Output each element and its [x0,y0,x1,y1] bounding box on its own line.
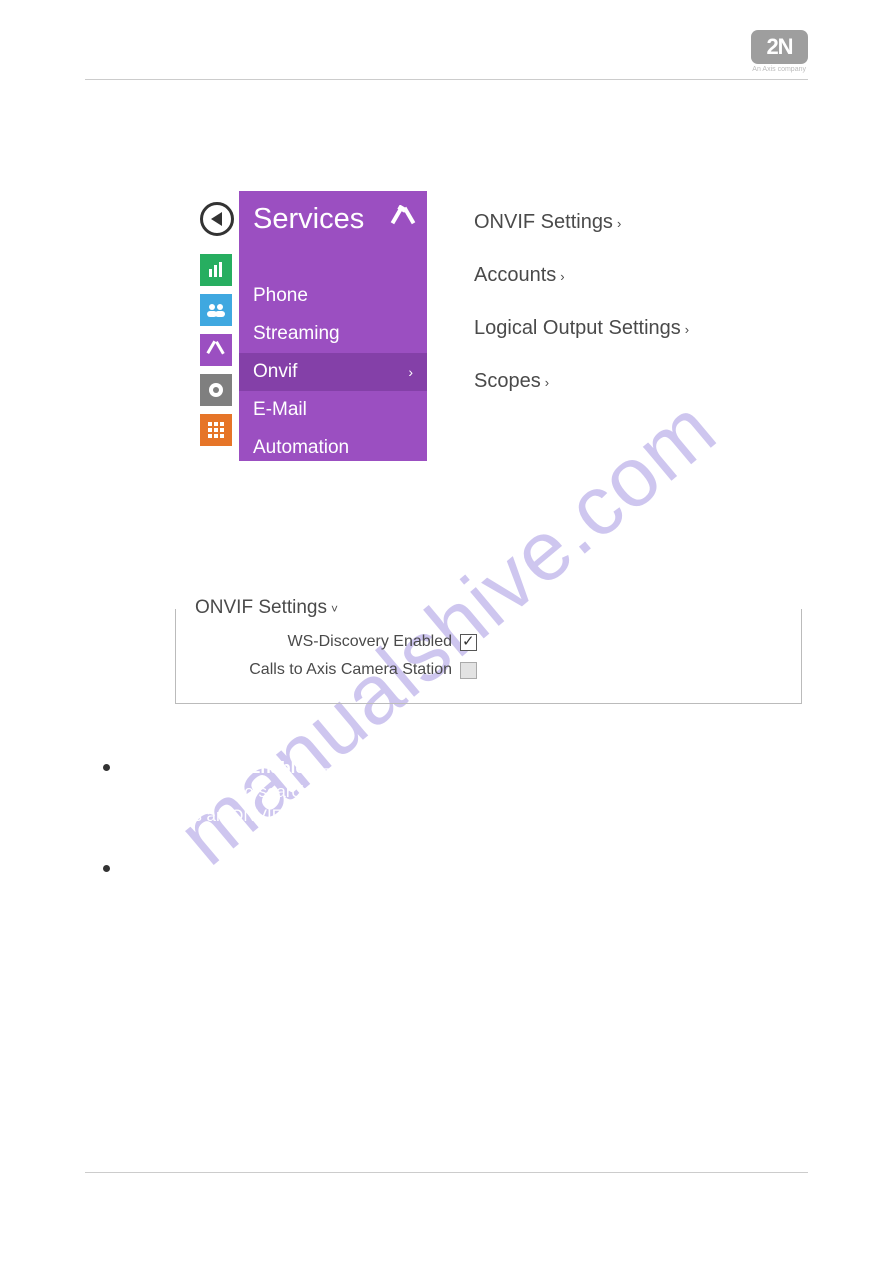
group-title-label: ONVIF Settings [195,597,327,618]
page-header-rule: 2N An Axis company [85,30,808,80]
settings-tile[interactable] [200,374,232,406]
bullet-term: Calls to Axis Camera Station [130,859,361,878]
footer-doc-title: 2N® Indoor Compact Configuration Manual [85,1187,354,1203]
services-tile[interactable] [200,334,232,366]
menu-item-streaming[interactable]: Streaming [239,315,427,353]
menu-item-phone[interactable]: Phone [239,277,427,315]
menu-label: Automation [253,437,349,458]
onvif-settings-group: WS-Discovery Enabled Calls to Axis Camer… [175,609,802,704]
bullet-desc: – enable calls to the Axis Camera Statio… [361,859,722,878]
apps-tile[interactable] [200,414,232,446]
link-label: Logical Output Settings [474,317,681,339]
chevron-down-icon: ˅ [331,602,338,616]
back-arrow-icon [211,212,222,226]
ws-discovery-checkbox[interactable] [460,634,477,651]
menu-item-email[interactable]: E-Mail [239,391,427,429]
brand-logo-subtext: An Axis company [752,66,806,73]
link-accounts[interactable]: Accounts › [474,264,689,287]
back-button[interactable] [200,202,234,236]
bars-icon [207,261,225,279]
services-panel: Services Phone Streaming Onvif › E-Mail … [239,191,427,461]
chevron-right-icon: › [408,364,413,380]
chevron-right-icon: › [617,216,621,231]
menu-item-onvif[interactable]: Onvif › [239,353,427,391]
link-label: Accounts [474,264,556,286]
link-label: Scopes [474,370,541,392]
brand-logo: 2N [751,30,808,64]
section-heading: 3.2.4.5 ONVIF [85,132,808,163]
bullet-dot-icon [103,764,110,771]
bullet-dot-icon [103,865,110,872]
footer-page-number: 78 / 126 [757,1187,808,1203]
chevron-right-icon: › [560,269,564,284]
menu-label: E-Mail [253,399,307,420]
tools-icon [206,340,226,360]
link-logical-output-settings[interactable]: Logical Output Settings › [474,317,689,340]
brand-logo-text: 2N [766,34,792,60]
bullet-axis-camera-station: Calls to Axis Camera Station – enable ca… [103,857,808,881]
axis-camera-station-checkbox[interactable] [460,662,477,679]
bullet-term: WS-Discovery Enabled [130,758,315,777]
bullet-ws-discovery: WS-Discovery Enabled – enable the WS-Dis… [103,756,808,827]
gear-icon [206,380,226,400]
menu-item-automation[interactable]: Automation [239,429,427,467]
menu-label: Phone [253,285,308,306]
list-of-parameters-heading: List of Parameters [85,553,808,577]
hammer-wrench-icon [389,205,417,233]
chevron-right-icon: › [685,322,689,337]
menu-label: Streaming [253,323,340,344]
users-icon [206,300,226,320]
menu-label: Onvif [253,361,297,382]
sidebar-tile-column [200,254,232,446]
ws-discovery-label: WS-Discovery Enabled [190,633,460,651]
axis-camera-station-label: Calls to Axis Camera Station [190,661,460,679]
services-onvif-ui: Services Phone Streaming Onvif › E-Mail … [200,191,808,461]
link-label: ONVIF Settings [474,211,613,233]
link-scopes[interactable]: Scopes › [474,370,689,393]
grid-icon [207,421,225,439]
users-tile[interactable] [200,294,232,326]
link-onvif-settings[interactable]: ONVIF Settings › [474,211,689,234]
chevron-right-icon: › [545,375,549,390]
dashboard-tile[interactable] [200,254,232,286]
footer-rule [85,1172,808,1173]
